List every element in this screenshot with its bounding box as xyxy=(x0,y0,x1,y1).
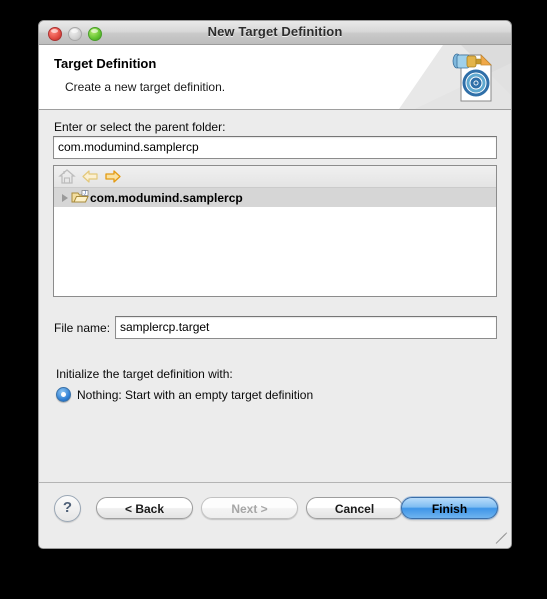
target-definition-document-icon xyxy=(399,45,511,109)
tree-row-label: com.modumind.samplercp xyxy=(90,190,243,205)
cancel-button[interactable]: Cancel xyxy=(306,497,403,519)
home-icon[interactable] xyxy=(58,168,76,185)
forward-icon[interactable] xyxy=(104,168,122,185)
finish-button[interactable]: Finish xyxy=(401,497,498,519)
back-icon[interactable] xyxy=(81,168,99,185)
next-button: Next > xyxy=(201,497,298,519)
parent-folder-label: Enter or select the parent folder: xyxy=(54,120,226,134)
new-target-definition-dialog: New Target Definition Target Definition … xyxy=(38,20,512,549)
window-title: New Target Definition xyxy=(207,24,343,39)
page-subtitle: Create a new target definition. xyxy=(65,80,226,94)
chevron-right-icon[interactable] xyxy=(59,192,71,204)
radio-option-label: Nothing: Start with an empty target defi… xyxy=(77,387,314,402)
wizard-header: Target Definition Create a new target de… xyxy=(39,45,511,110)
initialize-label: Initialize the target definition with: xyxy=(56,367,233,381)
wizard-body: Enter or select the parent folder: com.m… xyxy=(39,110,511,482)
open-folder-java-icon: J xyxy=(71,190,89,203)
folder-tree-panel[interactable]: J com.modumind.samplercp xyxy=(53,165,497,297)
help-button[interactable]: ? xyxy=(54,495,81,522)
radio-button-icon[interactable] xyxy=(56,387,71,402)
back-button[interactable]: < Back xyxy=(96,497,193,519)
file-name-input[interactable]: samplercp.target xyxy=(115,316,497,339)
dialog-button-bar: ? < Back Next > Cancel Finish xyxy=(39,482,511,548)
file-name-label: File name: xyxy=(54,321,111,335)
page-title: Target Definition xyxy=(54,56,157,71)
window-titlebar[interactable]: New Target Definition xyxy=(39,21,511,45)
folder-tree-toolbar xyxy=(54,166,496,188)
radio-nothing-empty-definition[interactable]: Nothing: Start with an empty target defi… xyxy=(56,387,313,402)
parent-folder-input[interactable]: com.modumind.samplercp xyxy=(53,136,497,159)
resize-grip[interactable] xyxy=(495,532,509,547)
tree-row[interactable]: J com.modumind.samplercp xyxy=(54,188,496,207)
